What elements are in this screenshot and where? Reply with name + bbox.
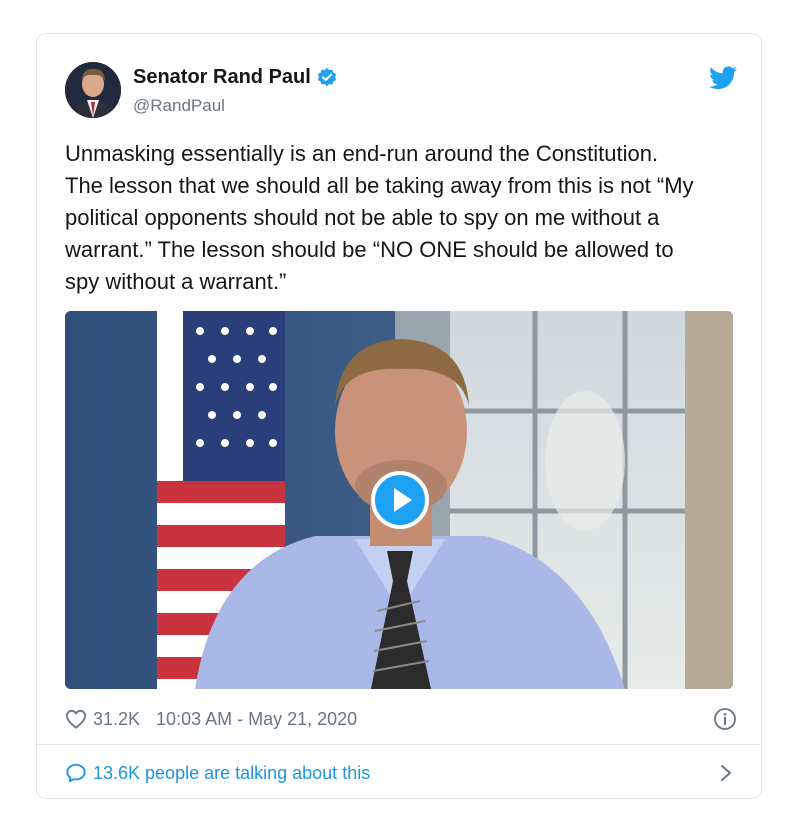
like-count[interactable]: 31.2K (93, 709, 140, 730)
tweet-card[interactable]: Senator Rand Paul @RandPaul Unmasking es… (36, 33, 762, 799)
verified-badge-icon (317, 67, 336, 86)
avatar[interactable] (65, 62, 121, 118)
author-name-row: Senator Rand Paul (133, 66, 338, 89)
divider (37, 744, 761, 745)
video-player[interactable] (65, 311, 733, 689)
author-name[interactable]: Senator Rand Paul (133, 66, 311, 89)
tweet-header: Senator Rand Paul @RandPaul (65, 62, 737, 122)
chevron-right-icon[interactable] (719, 763, 733, 783)
conversation-link[interactable]: 13.6K people are talking about this (65, 758, 737, 788)
author-handle[interactable]: @RandPaul (133, 96, 225, 116)
speech-bubble-icon (66, 763, 86, 783)
conversation-label: 13.6K people are talking about this (93, 762, 371, 783)
info-icon[interactable] (713, 707, 737, 731)
tweet-text: Unmasking essentially is an end-run arou… (65, 141, 694, 294)
play-button[interactable] (371, 471, 429, 529)
heart-icon[interactable] (65, 709, 87, 729)
twitter-bird-icon[interactable] (709, 66, 737, 90)
tweet-meta: 31.2K 10:03 AM - May 21, 2020 (65, 704, 737, 734)
timestamp[interactable]: 10:03 AM - May 21, 2020 (156, 709, 357, 730)
